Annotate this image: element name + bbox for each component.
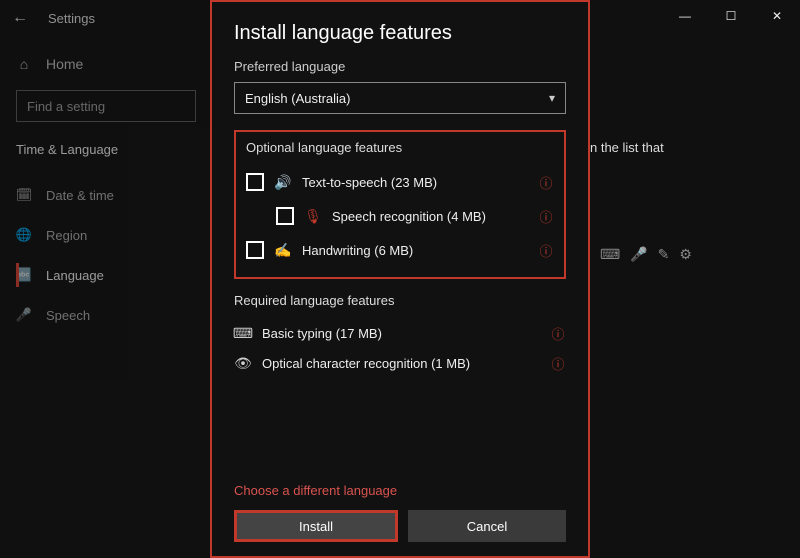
required-title: Required language features [234,293,566,308]
feature-text-to-speech[interactable]: 🔊 Text-to-speech (23 MB) ⓘ [246,165,554,199]
feature-icon-row: ⌨ 🎤 ✎ ⚙ [600,246,692,263]
handwriting-icon: ✍ [274,242,292,259]
info-icon[interactable]: ⓘ [538,207,554,226]
optional-title: Optional language features [246,140,554,155]
info-icon[interactable]: ⓘ [550,354,566,373]
preferred-language-label: Preferred language [234,59,566,74]
sidebar-item-label: Speech [46,308,90,323]
gear-icon: ⚙ [679,246,692,263]
cancel-button[interactable]: Cancel [408,510,566,542]
checkbox[interactable] [276,207,294,225]
install-language-dialog: Install language features Preferred lang… [210,0,590,558]
microphone-icon: 🎙 [304,208,322,225]
feature-speech-recognition[interactable]: 🎙 Speech recognition (4 MB) ⓘ [246,199,554,233]
window-title: Settings [48,11,95,26]
home-icon: ⌂ [16,56,32,72]
search-input[interactable]: Find a setting [16,90,196,122]
checkbox[interactable] [246,173,264,191]
home-label: Home [46,56,83,72]
background-text-fragment: n the list that [590,140,664,155]
back-icon[interactable]: ← [12,9,28,27]
sidebar-item-label: Region [46,228,87,243]
globe-icon: 🌐 [16,227,32,243]
sidebar-item-label: Language [46,268,104,283]
feature-label: Speech recognition (4 MB) [332,209,528,224]
preferred-language-select[interactable]: English (Australia) ▾ [234,82,566,114]
active-indicator [16,263,19,287]
sidebar-item-label: Date & time [46,188,114,203]
optional-features-section: Optional language features 🔊 Text-to-spe… [234,130,566,279]
feature-label: Optical character recognition (1 MB) [262,356,540,371]
pen-icon: ✎ [658,246,670,263]
search-placeholder: Find a setting [27,99,105,114]
info-icon[interactable]: ⓘ [550,324,566,343]
minimize-button[interactable]: — [662,0,708,32]
microphone-icon: 🎤 [630,246,647,263]
choose-different-language-link[interactable]: Choose a different language [234,483,566,498]
required-features-section: Required language features ⌨ Basic typin… [234,293,566,378]
calendar-icon: 🗓 [16,187,32,203]
eye-icon: 👁 [234,355,252,372]
select-value: English (Australia) [245,91,351,106]
feature-label: Basic typing (17 MB) [262,326,540,341]
keyboard-icon: ⌨ [234,325,252,342]
checkbox[interactable] [246,241,264,259]
microphone-icon: 🎤 [16,307,32,323]
close-button[interactable]: ✕ [754,0,800,32]
info-icon[interactable]: ⓘ [538,241,554,260]
feature-ocr: 👁 Optical character recognition (1 MB) ⓘ [234,348,566,378]
info-icon[interactable]: ⓘ [538,173,554,192]
dialog-title: Install language features [234,22,566,45]
keyboard-icon: ⌨ [600,246,620,263]
maximize-button[interactable]: ☐ [708,0,754,32]
speaker-icon: 🔊 [274,174,292,191]
install-button[interactable]: Install [234,510,398,542]
feature-basic-typing: ⌨ Basic typing (17 MB) ⓘ [234,318,566,348]
window-controls: — ☐ ✕ [662,0,800,32]
chevron-down-icon: ▾ [549,91,555,105]
feature-label: Text-to-speech (23 MB) [302,175,528,190]
feature-label: Handwriting (6 MB) [302,243,528,258]
feature-handwriting[interactable]: ✍ Handwriting (6 MB) ⓘ [246,233,554,267]
